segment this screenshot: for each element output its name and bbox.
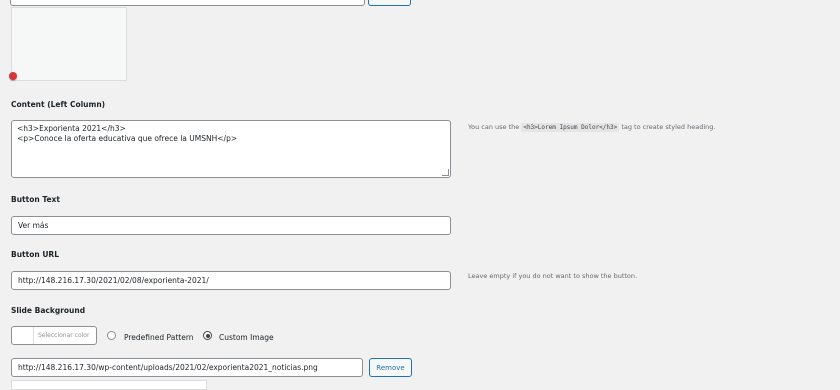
content-left-textarea[interactable]: <h3>Exporienta 2021</h3> <p>Conoce la of… (11, 120, 451, 178)
remove-image-icon[interactable] (9, 72, 17, 80)
content-line-2: <p>Conoce la oferta educativa que ofrece… (17, 134, 238, 143)
content-left-hint: You can use the <h3>Lorem Ipsum Dolor</h… (468, 123, 716, 132)
radio-predefined-pattern-label: Predefined Pattern (124, 333, 194, 342)
slide-background-label: Slide Background (11, 306, 86, 315)
radio-custom-image[interactable] (203, 331, 212, 340)
content-line-1: <h3>Exporienta 2021</h3> (17, 124, 126, 133)
color-button-label: Seleccionar color (38, 332, 90, 339)
button-text-label: Button Text (11, 195, 60, 204)
color-picker-button[interactable]: Seleccionar color (11, 326, 97, 345)
content-left-label: Content (Left Column) (11, 100, 106, 109)
button-text-input[interactable]: Ver más (11, 216, 451, 235)
color-swatch (12, 327, 34, 344)
resize-handle-icon[interactable] (442, 169, 449, 176)
image-url-input[interactable]: http://148.216.17.30/wp-content/uploads/… (11, 358, 363, 377)
radio-predefined-pattern[interactable] (107, 331, 116, 340)
hint-code: <h3>Lorem Ipsum Dolor</h3> (521, 123, 620, 132)
radio-custom-image-label: Custom Image (219, 333, 274, 342)
button-url-input[interactable]: http://148.216.17.30/2021/02/08/exporien… (11, 271, 451, 290)
top-input-field[interactable] (10, 0, 365, 6)
button-url-label: Button URL (11, 250, 59, 259)
image-preview (11, 7, 127, 81)
top-button[interactable] (368, 0, 411, 6)
button-url-hint: Leave empty if you do not want to show t… (468, 272, 638, 280)
next-preview-frame (11, 380, 207, 390)
remove-button[interactable]: Remove (369, 358, 412, 377)
